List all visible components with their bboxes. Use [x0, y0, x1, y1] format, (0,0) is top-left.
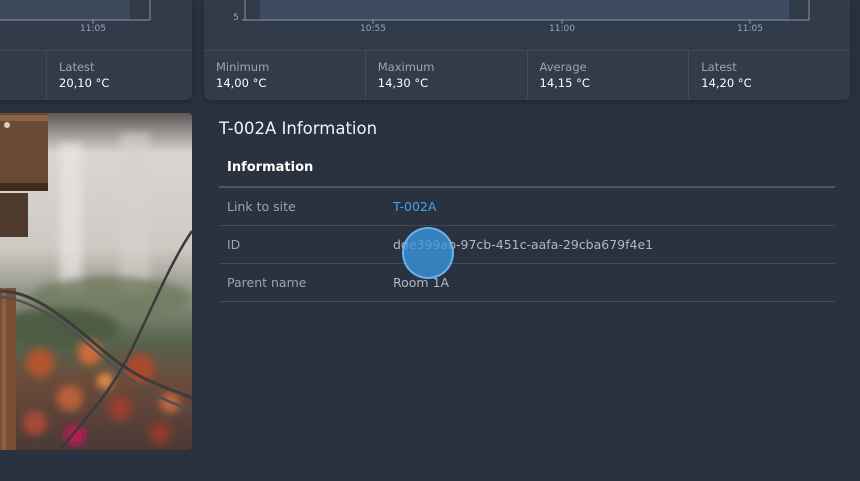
stat-maximum: Maximum 14,30 °C: [366, 51, 528, 100]
row-key: Link to site: [227, 199, 296, 214]
stat-cell-hidden: [0, 51, 47, 100]
table-row: ID dde399ab-97cb-451c-aafa-29cba679f4e1: [219, 226, 835, 264]
sensor-card-left: 11:05 Latest 20,10 °C: [0, 0, 192, 100]
stats-row-left: Latest 20,10 °C: [0, 50, 192, 100]
row-key: ID: [227, 237, 241, 252]
stat-label: Maximum: [377, 60, 435, 74]
x-tick-label: 11:05: [80, 24, 106, 34]
site-link[interactable]: T-002A: [393, 199, 436, 214]
stat-label: Average: [539, 60, 587, 74]
x-tick-label: 10:55: [360, 24, 386, 34]
site-photo-image: [0, 113, 192, 450]
stat-label: Minimum: [216, 60, 270, 74]
stat-label: Latest: [59, 60, 95, 74]
info-table: Information Link to site T-002A ID dde39…: [219, 148, 835, 302]
chart-left-bar: [0, 0, 130, 20]
table-row: Parent name Room 1A: [219, 264, 835, 302]
stat-label: Latest: [701, 60, 737, 74]
info-section-title: T-002A Information: [219, 119, 378, 138]
stats-row-right: Minimum 14,00 °C Maximum 14,30 °C Averag…: [204, 50, 850, 100]
click-indicator-icon: [402, 227, 454, 279]
table-row: Link to site T-002A: [219, 188, 835, 226]
row-key: Parent name: [227, 275, 307, 290]
chart-area-left: 11:05: [0, 0, 192, 50]
chart-area-right: 5 10:55 11:00 11:05: [204, 0, 850, 50]
chart-right-bar: [260, 0, 789, 20]
stat-value: 14,20 °C: [701, 76, 752, 90]
table-header: Information: [219, 148, 835, 188]
y-tick-label: 5: [233, 13, 239, 23]
stat-value: 14,30 °C: [377, 76, 429, 90]
stat-average: Average 14,15 °C: [528, 51, 690, 100]
stat-value: 14,00 °C: [216, 76, 267, 90]
x-tick-label: 11:00: [549, 24, 575, 34]
stat-latest-left: Latest 20,10 °C: [47, 51, 192, 100]
stat-latest: Latest 14,20 °C: [689, 51, 850, 100]
stat-value: 14,15 °C: [539, 76, 590, 90]
x-tick-label: 11:05: [737, 24, 763, 34]
stat-minimum: Minimum 14,00 °C: [204, 51, 366, 100]
site-photo: [0, 113, 192, 450]
stat-value: 20,10 °C: [59, 76, 110, 90]
sensor-card-right: 5 10:55 11:00 11:05 Minimum 14,00 °C Max…: [204, 0, 850, 100]
